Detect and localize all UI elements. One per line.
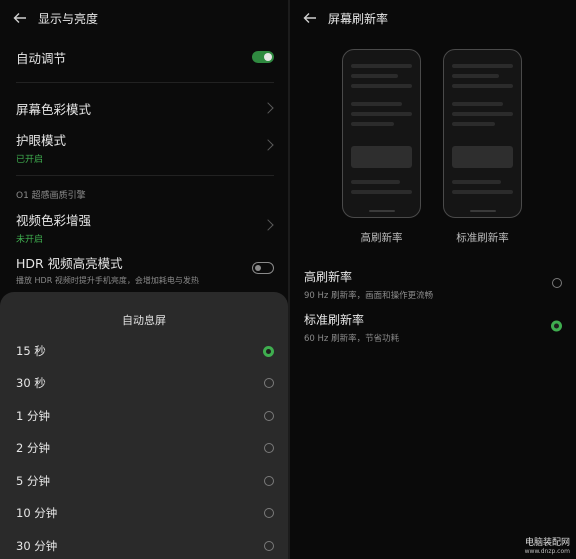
option-label: 30 秒 <box>16 376 46 390</box>
radio-icon[interactable] <box>264 378 274 388</box>
toggle-knob <box>255 264 261 271</box>
eye-care-label: 护眼模式 <box>16 133 67 148</box>
option-1min[interactable]: 1 分钟 <box>16 406 274 426</box>
auto-adjust-toggle[interactable] <box>252 51 274 63</box>
watermark: 电脑装配网 www.dnzp.com <box>525 535 570 555</box>
hdr-row[interactable]: HDR 视频高亮模式 播放 HDR 视频时提升手机亮度，会增加耗电与发热 <box>16 253 274 285</box>
preview-line <box>351 122 394 126</box>
option-label: 5 分钟 <box>16 474 50 488</box>
right-header: 屏幕刷新率 <box>290 0 576 36</box>
option-10min[interactable]: 10 分钟 <box>16 503 274 523</box>
preview-line <box>351 190 412 194</box>
watermark-title: 电脑装配网 <box>524 538 570 548</box>
standard-refresh-caption: 标准刷新率 <box>456 232 509 244</box>
preview-line <box>452 112 513 116</box>
home-indicator <box>368 210 395 212</box>
option-label: 1 分钟 <box>16 409 50 423</box>
high-refresh-caption: 高刷新率 <box>360 232 403 244</box>
option-label: 高刷新率 <box>304 270 353 284</box>
radio-icon[interactable] <box>264 411 274 421</box>
auto-screen-off-sheet: 自动息屏 15 秒 30 秒 1 分钟 2 分钟 5 分钟 10 分钟 30 分… <box>0 292 288 559</box>
preview-line <box>452 84 513 88</box>
option-description: 90 Hz 刷新率，画面和操作更流畅 <box>304 291 434 301</box>
radio-selected-icon[interactable] <box>263 345 274 357</box>
eye-care-row[interactable]: 护眼模式 已开启 <box>16 130 274 165</box>
hdr-label: HDR 视频高亮模式 <box>16 256 123 271</box>
option-label: 标准刷新率 <box>304 313 365 327</box>
preview-line <box>452 74 499 78</box>
toggle-knob <box>264 53 272 61</box>
color-mode-row[interactable]: 屏幕色彩模式 <box>16 99 274 117</box>
option-label: 15 秒 <box>16 344 46 358</box>
section-title: O1 超感画质引擎 <box>16 191 86 201</box>
page-title: 显示与亮度 <box>38 11 99 26</box>
radio-icon[interactable] <box>264 476 274 486</box>
hdr-toggle[interactable] <box>252 262 274 274</box>
display-brightness-screen: 显示与亮度 自动调节 屏幕色彩模式 护眼模式 已开启 O1 超感画质引擎 视频色… <box>0 0 288 559</box>
option-30min[interactable]: 30 分钟 <box>16 536 274 556</box>
high-refresh-option[interactable]: 高刷新率 90 Hz 刷新率，画面和操作更流畅 <box>304 268 562 301</box>
preview-line <box>351 102 402 106</box>
option-5min[interactable]: 5 分钟 <box>16 471 274 491</box>
page-title: 屏幕刷新率 <box>328 11 389 26</box>
preview-block <box>452 146 513 168</box>
watermark-url: www.dnzp.com <box>524 548 570 555</box>
auto-adjust-row[interactable]: 自动调节 <box>16 48 274 66</box>
preview-line <box>452 190 513 194</box>
back-arrow-icon[interactable] <box>12 10 28 26</box>
radio-icon[interactable] <box>264 508 274 518</box>
video-enhance-row[interactable]: 视频色彩增强 未开启 <box>16 210 274 245</box>
preview-line <box>351 180 400 184</box>
back-arrow-icon[interactable] <box>302 10 318 26</box>
radio-icon[interactable] <box>552 278 562 288</box>
option-label: 2 分钟 <box>16 441 50 455</box>
option-2min[interactable]: 2 分钟 <box>16 438 274 458</box>
radio-selected-icon[interactable] <box>551 320 562 332</box>
home-indicator <box>469 210 496 212</box>
preview-block <box>351 146 412 168</box>
hdr-description: 播放 HDR 视频时提升手机亮度，会增加耗电与发热 <box>16 276 199 285</box>
preview-line <box>351 74 398 78</box>
option-label: 10 分钟 <box>16 506 58 520</box>
refresh-rate-screen: 屏幕刷新率 高刷新率 标准刷新率 高刷新率 90 Hz 刷新率，画面和操作更流畅… <box>290 0 576 559</box>
preview-line <box>351 84 412 88</box>
option-30s[interactable]: 30 秒 <box>16 373 274 393</box>
preview-line <box>452 122 495 126</box>
option-description: 60 Hz 刷新率，节省功耗 <box>304 334 400 344</box>
sheet-title: 自动息屏 <box>122 314 166 327</box>
video-enhance-label: 视频色彩增强 <box>16 213 92 228</box>
preview-line <box>452 180 501 184</box>
left-header: 显示与亮度 <box>0 0 288 36</box>
high-refresh-preview[interactable] <box>342 49 421 218</box>
preview-line <box>452 102 503 106</box>
eye-care-status: 已开启 <box>16 155 44 165</box>
divider <box>16 175 274 176</box>
radio-icon[interactable] <box>264 443 274 453</box>
preview-line <box>351 64 412 68</box>
option-label: 30 分钟 <box>16 539 58 553</box>
radio-icon[interactable] <box>264 541 274 551</box>
divider <box>16 82 274 83</box>
preview-line <box>452 64 513 68</box>
video-enhance-status: 未开启 <box>16 235 44 245</box>
auto-adjust-label: 自动调节 <box>16 51 67 66</box>
option-15s[interactable]: 15 秒 <box>16 341 274 361</box>
standard-refresh-preview[interactable] <box>443 49 522 218</box>
preview-line <box>351 112 412 116</box>
color-mode-label: 屏幕色彩模式 <box>16 102 92 117</box>
standard-refresh-option[interactable]: 标准刷新率 60 Hz 刷新率，节省功耗 <box>304 311 562 344</box>
